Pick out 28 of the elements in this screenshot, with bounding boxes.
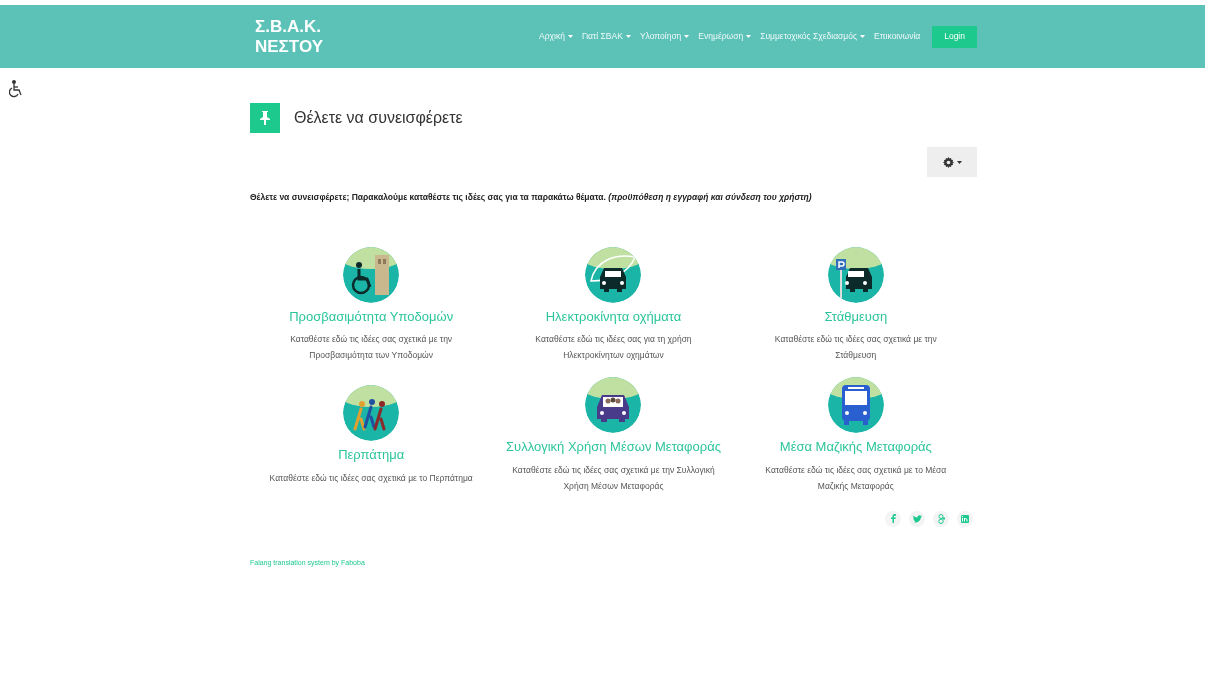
topic-link[interactable]: Μέσα Μαζικής Μεταφοράς bbox=[779, 437, 932, 457]
topic-link[interactable]: Ηλεκτροκίνητα οχήματα bbox=[545, 306, 682, 327]
topic-description: Καταθέστε εδώ τις ιδέες σας σχετικά με το Μέσα Μαζικής Μεταφοράς bbox=[764, 463, 948, 493]
nav-link[interactable]: Επικοινωνία bbox=[874, 30, 921, 43]
topic-link[interactable]: Συλλογική Χρήση Μέσων Μεταφοράς bbox=[506, 437, 721, 457]
topic-link[interactable]: Περπάτημα bbox=[338, 445, 405, 465]
topic-link[interactable]: Προσβασιμότητα Υποδομών bbox=[289, 306, 454, 327]
topic-description: Καταθέστε εδώ τις ιδέες σας σχετικά με την Συλλογική Χρήση Μέσων Μεταφοράς bbox=[511, 463, 716, 493]
site-logo[interactable]: ΝΕΣΤΟΥ bbox=[255, 36, 323, 57]
intro-text: Θέλετε να συνεισφέρετε; Παρακαλούμε καταθέστε τις ιδέες σας για τα παρακάτω θέματα. (προϋπόθεση η εγγραφή και σύνδεση του χρήστη) bbox=[250, 191, 813, 204]
caret-icon bbox=[956, 160, 962, 164]
settings-button[interactable] bbox=[927, 147, 977, 177]
gear-icon bbox=[942, 156, 954, 168]
wheelchair-icon[interactable] bbox=[9, 80, 23, 98]
page-title: Θέλετε να συνεισφέρετε bbox=[294, 108, 463, 128]
topic-link[interactable]: Στάθμευση bbox=[824, 306, 888, 327]
pin-icon bbox=[250, 103, 280, 133]
site-logo[interactable]: Σ.Β.Α.Κ. bbox=[255, 16, 323, 37]
topic-description: Καταθέστε εδώ τις ιδέες σας σχετικά με το Περπάτημα bbox=[268, 471, 474, 485]
nav-link[interactable]: Ενημέρωση bbox=[698, 30, 752, 43]
nav-link[interactable]: Συμμετοχικός Σχεδιασμός bbox=[760, 30, 866, 43]
nav-link[interactable]: Υλοποίηση bbox=[639, 30, 690, 43]
topic-description: Καταθέστε εδώ τις ιδέες σας σχετικά με την Στάθμευση bbox=[773, 333, 938, 363]
topic-description: Καταθέστε εδώ τις ιδέες σας για τη χρήση Ηλεκτροκίνητων οχημάτων bbox=[534, 333, 693, 363]
nav-link[interactable]: Αρχική bbox=[539, 30, 573, 43]
topic-description: Καταθέστε εδώ τις ιδέες σας σχετικά με την Προσβασιμότητα των Υποδομών bbox=[289, 333, 454, 363]
login-button[interactable]: Login bbox=[932, 25, 977, 48]
nav-link[interactable]: Γιατί ΣΒΑΚ bbox=[581, 30, 631, 43]
